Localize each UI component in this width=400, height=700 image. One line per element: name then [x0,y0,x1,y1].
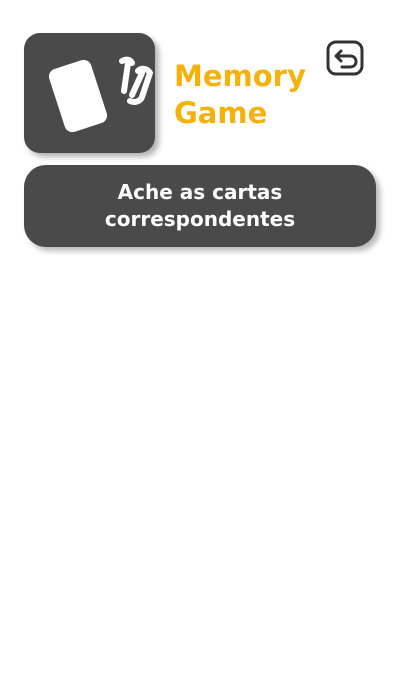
app-logo [24,33,155,153]
game-title-line2: Game [174,96,268,130]
game-title: Memory Game [174,58,324,132]
playing-cards-icon [48,56,154,133]
memory-game-screen: Memory Game Ache as cartas correspondent… [0,0,400,700]
instruction-banner: Ache as cartas correspondentes [24,165,376,247]
instruction-text: Ache as cartas correspondentes [104,180,296,231]
back-button[interactable] [324,37,366,79]
game-board [0,260,400,700]
game-title-line1: Memory [174,59,306,93]
back-arrow-icon [326,40,364,76]
